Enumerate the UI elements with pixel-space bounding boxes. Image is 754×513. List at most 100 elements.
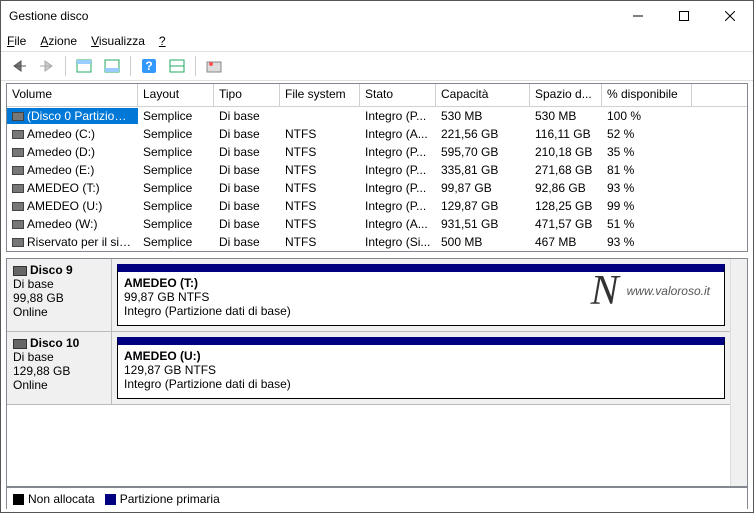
volume-icon	[12, 220, 24, 229]
back-button[interactable]	[7, 54, 31, 78]
cell: Integro (P...	[360, 162, 436, 178]
partition-name: AMEDEO (T:)	[124, 276, 718, 290]
view-bottom-button[interactable]	[100, 54, 124, 78]
cell: Integro (A...	[360, 126, 436, 142]
cell: Riservato per il sist...	[7, 234, 138, 250]
table-row[interactable]: Amedeo (D:)SempliceDi baseNTFSIntegro (P…	[7, 143, 747, 161]
table-row[interactable]: Riservato per il sist...SempliceDi baseN…	[7, 233, 747, 251]
cell: 52 %	[602, 126, 692, 142]
partition[interactable]: AMEDEO (T:)99,87 GB NTFSIntegro (Partizi…	[117, 264, 725, 326]
table-row[interactable]: Amedeo (E:)SempliceDi baseNTFSIntegro (P…	[7, 161, 747, 179]
window-title: Gestione disco	[9, 9, 615, 23]
cell: Di base	[214, 216, 280, 232]
disk-body: AMEDEO (U:)129,87 GB NTFSIntegro (Partiz…	[112, 332, 730, 404]
cell: 81 %	[602, 162, 692, 178]
cell: 271,68 GB	[530, 162, 602, 178]
cell: Semplice	[138, 108, 214, 124]
minimize-button[interactable]	[615, 1, 661, 31]
table-row[interactable]: Amedeo (W:)SempliceDi baseNTFSIntegro (A…	[7, 215, 747, 233]
disk-meta[interactable]: Disco 9Di base99,88 GBOnline	[7, 259, 112, 331]
col-volume[interactable]: Volume	[7, 84, 138, 106]
col-layout[interactable]: Layout	[138, 84, 214, 106]
table-row[interactable]: (Disco 0 Partizione...SempliceDi baseInt…	[7, 107, 747, 125]
properties-button[interactable]	[202, 54, 226, 78]
volume-icon	[12, 130, 24, 139]
cell: Integro (P...	[360, 144, 436, 160]
disk-status: Online	[13, 305, 105, 319]
disk-meta[interactable]: Disco 10Di base129,88 GBOnline	[7, 332, 112, 404]
cell: NTFS	[280, 180, 360, 196]
legend-primary: Partizione primaria	[105, 492, 220, 506]
col-stato[interactable]: Stato	[360, 84, 436, 106]
disk-name: Disco 9	[30, 263, 73, 277]
cell: Integro (A...	[360, 216, 436, 232]
cell: 93 %	[602, 234, 692, 250]
cell: Semplice	[138, 144, 214, 160]
forward-button[interactable]	[35, 54, 59, 78]
cell: NTFS	[280, 234, 360, 250]
cell: 595,70 GB	[436, 144, 530, 160]
disk-panel: Disco 9Di base99,88 GBOnlineNwww.valoros…	[6, 258, 748, 487]
partition[interactable]: AMEDEO (U:)129,87 GB NTFSIntegro (Partiz…	[117, 337, 725, 399]
menu-view[interactable]: Visualizza	[91, 34, 145, 48]
cell: 99 %	[602, 198, 692, 214]
close-button[interactable]	[707, 1, 753, 31]
cell: Integro (P...	[360, 198, 436, 214]
cell: 467 MB	[530, 234, 602, 250]
menu-help[interactable]: ?	[159, 34, 166, 48]
volume-icon	[12, 148, 24, 157]
table-row[interactable]: Amedeo (C:)SempliceDi baseNTFSIntegro (A…	[7, 125, 747, 143]
titlebar: Gestione disco	[1, 1, 753, 31]
cell: Semplice	[138, 162, 214, 178]
window-controls	[615, 1, 753, 31]
partition-status: Integro (Partizione dati di base)	[124, 377, 718, 391]
col-capacita[interactable]: Capacità	[436, 84, 530, 106]
disk-icon	[13, 266, 27, 276]
scrollbar[interactable]	[730, 259, 747, 486]
col-filesystem[interactable]: File system	[280, 84, 360, 106]
cell: 116,11 GB	[530, 126, 602, 142]
col-percent[interactable]: % disponibile	[602, 84, 692, 106]
menu-file[interactable]: File	[7, 34, 26, 48]
table-row[interactable]: AMEDEO (T:)SempliceDi baseNTFSIntegro (P…	[7, 179, 747, 197]
cell: NTFS	[280, 162, 360, 178]
cell: Semplice	[138, 216, 214, 232]
col-spazio[interactable]: Spazio d...	[530, 84, 602, 106]
cell: 471,57 GB	[530, 216, 602, 232]
disk-status: Online	[13, 378, 105, 392]
view-split-button[interactable]	[165, 54, 189, 78]
cell: 335,81 GB	[436, 162, 530, 178]
volume-table: Volume Layout Tipo File system Stato Cap…	[6, 83, 748, 252]
view-top-button[interactable]	[72, 54, 96, 78]
cell: Semplice	[138, 198, 214, 214]
cell: NTFS	[280, 126, 360, 142]
cell: Semplice	[138, 234, 214, 250]
cell: 221,56 GB	[436, 126, 530, 142]
cell: Di base	[214, 162, 280, 178]
cell: 129,87 GB	[436, 198, 530, 214]
cell: NTFS	[280, 198, 360, 214]
cell: Di base	[214, 234, 280, 250]
disk-type: Di base	[13, 277, 105, 291]
disk-body: Nwww.valoroso.itAMEDEO (T:)99,87 GB NTFS…	[112, 259, 730, 331]
toolbar: ?	[1, 51, 753, 81]
table-header: Volume Layout Tipo File system Stato Cap…	[7, 84, 747, 107]
cell: Semplice	[138, 180, 214, 196]
table-body: (Disco 0 Partizione...SempliceDi baseInt…	[7, 107, 747, 251]
cell: Integro (P...	[360, 108, 436, 124]
cell	[280, 115, 360, 117]
disk-type: Di base	[13, 350, 105, 364]
help-button[interactable]: ?	[137, 54, 161, 78]
volume-icon	[12, 184, 24, 193]
col-tipo[interactable]: Tipo	[214, 84, 280, 106]
menu-action[interactable]: Azione	[40, 34, 77, 48]
cell: Integro (P...	[360, 180, 436, 196]
cell: 99,87 GB	[436, 180, 530, 196]
cell: 931,51 GB	[436, 216, 530, 232]
cell: 100 %	[602, 108, 692, 124]
table-row[interactable]: AMEDEO (U:)SempliceDi baseNTFSIntegro (P…	[7, 197, 747, 215]
cell: AMEDEO (U:)	[7, 198, 138, 214]
cell: Di base	[214, 198, 280, 214]
maximize-button[interactable]	[661, 1, 707, 31]
cell: Amedeo (D:)	[7, 144, 138, 160]
